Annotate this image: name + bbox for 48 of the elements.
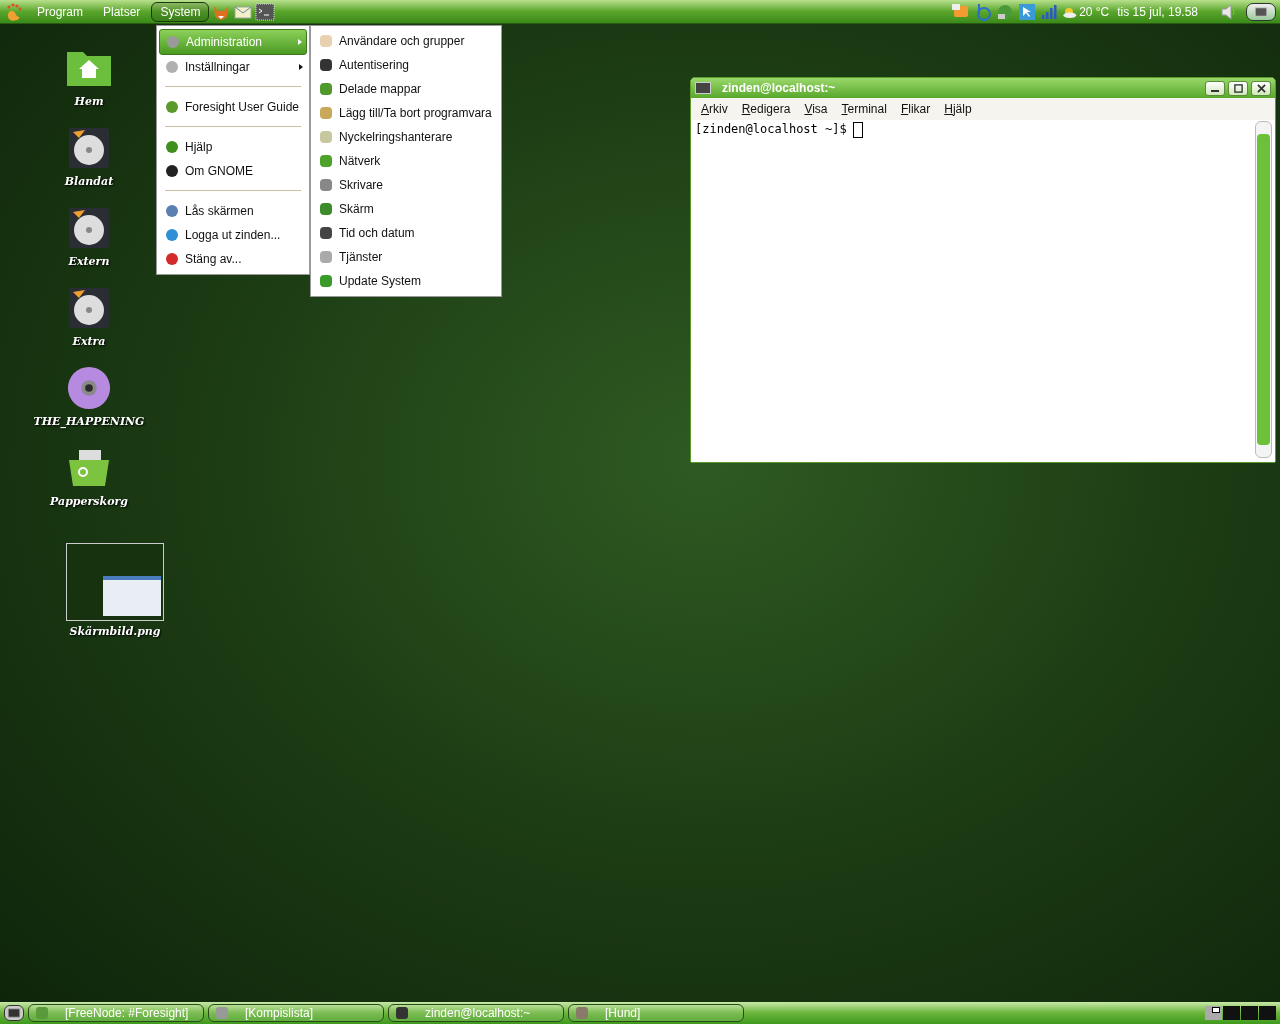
- cursor-icon[interactable]: [1017, 1, 1038, 22]
- menu-item[interactable]: Tjänster: [313, 245, 499, 269]
- menu-item[interactable]: Om GNOME: [159, 159, 307, 183]
- menu-item[interactable]: Stäng av...: [159, 247, 307, 271]
- menu-item[interactable]: Update System: [313, 269, 499, 293]
- menu-item[interactable]: Logga ut zinden...: [159, 223, 307, 247]
- minimize-icon: [1211, 89, 1219, 92]
- menu-bar-item[interactable]: Flikar: [894, 101, 937, 117]
- shell-prompt: [zinden@localhost ~]$: [695, 122, 847, 136]
- icon-label[interactable]: Skärmbild.png: [69, 625, 161, 638]
- menu-item[interactable]: Nyckelringshanterare: [313, 125, 499, 149]
- show-desktop-button[interactable]: [1246, 2, 1276, 21]
- window-title: zinden@localhost:~: [722, 81, 836, 95]
- menu-bar-item[interactable]: Visa: [798, 101, 834, 117]
- panel-menu[interactable]: System: [151, 1, 210, 22]
- workspace[interactable]: [1205, 1006, 1222, 1020]
- menu-item[interactable]: Nätverk: [313, 149, 499, 173]
- menu-bar-item[interactable]: Arkiv: [695, 101, 734, 117]
- menu-item[interactable]: Skärm: [313, 197, 499, 221]
- icon-label[interactable]: THE_HAPPENING: [33, 415, 145, 428]
- icon-label[interactable]: Extern: [68, 255, 110, 268]
- menu-item[interactable]: Inställningar: [159, 55, 307, 79]
- menu-bar-item[interactable]: Hjälp: [938, 101, 978, 117]
- icon-label[interactable]: Hem: [74, 95, 104, 108]
- screenshot-thumbnail[interactable]: [66, 543, 164, 621]
- disc-icon[interactable]: [65, 365, 113, 411]
- menu-item[interactable]: Tid och datum: [313, 221, 499, 245]
- menu-item[interactable]: Användare och grupper: [313, 29, 499, 53]
- menu-item[interactable]: Foresight User Guide: [159, 95, 307, 119]
- menu-item[interactable]: Delade mappar: [313, 77, 499, 101]
- menu-item[interactable]: Skrivare: [313, 173, 499, 197]
- menu-item[interactable]: Hjälp: [159, 135, 307, 159]
- maximize-icon: [1233, 83, 1243, 93]
- minimize-button[interactable]: [1205, 80, 1225, 96]
- close-icon: [1256, 83, 1266, 93]
- text-cursor: [852, 122, 863, 138]
- scrollbar[interactable]: [1255, 121, 1272, 458]
- menu-bar-item[interactable]: Terminal: [835, 101, 893, 117]
- maximize-button[interactable]: [1228, 80, 1248, 96]
- icon-label[interactable]: Extra: [72, 335, 106, 348]
- menu-item[interactable]: Lägg till/Ta bort programvara: [313, 101, 499, 125]
- icon-label[interactable]: Blandat: [64, 175, 114, 188]
- menu-bar-item[interactable]: Redigera: [735, 101, 797, 117]
- show-desktop-button[interactable]: [4, 1005, 24, 1021]
- icon-label[interactable]: Papperskorg: [50, 495, 128, 508]
- close-button[interactable]: [1251, 80, 1271, 96]
- menu-item[interactable]: Autentisering: [313, 53, 499, 77]
- menu-item[interactable]: Lås skärmen: [159, 199, 307, 223]
